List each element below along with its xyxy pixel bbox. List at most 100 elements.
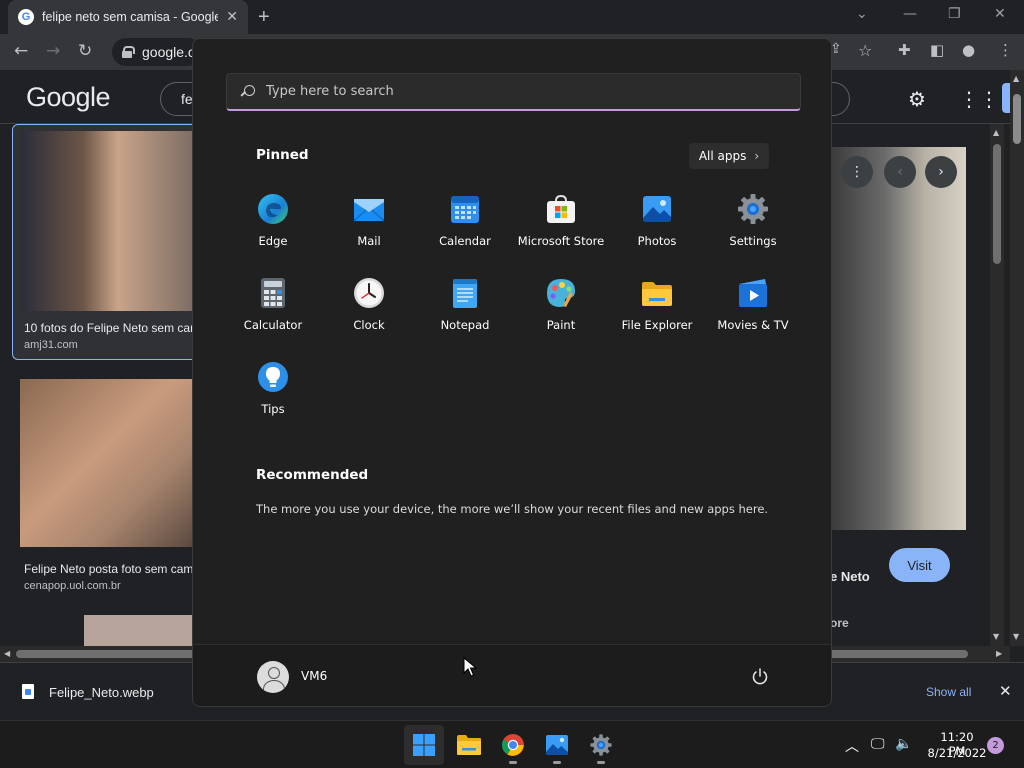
- show-all-link[interactable]: Show all: [926, 685, 971, 699]
- taskbar-date[interactable]: 8/21/2022: [924, 746, 990, 760]
- browser-tab[interactable]: G felipe neto sem camisa - Google Search…: [8, 0, 248, 34]
- lock-icon[interactable]: [122, 46, 135, 58]
- preview-more-options-icon[interactable]: ⋮: [841, 156, 873, 188]
- profile-icon[interactable]: ●: [962, 41, 975, 59]
- results-scrollbar-thumb[interactable]: [993, 144, 1001, 264]
- running-indicator: [509, 761, 517, 764]
- preview-prev-icon[interactable]: ‹: [884, 156, 916, 188]
- chrome-icon: [502, 734, 524, 756]
- tab-search-chevron-icon[interactable]: ⌄: [856, 6, 868, 22]
- app-label: Photos: [637, 234, 677, 248]
- extensions-puzzle-icon[interactable]: ✚: [898, 41, 911, 59]
- taskbar-settings[interactable]: [581, 725, 621, 765]
- start-search-box[interactable]: [226, 73, 801, 111]
- download-item[interactable]: Felipe_Neto.webp: [49, 685, 154, 700]
- scroll-up-arrow-icon[interactable]: ▲: [993, 128, 999, 137]
- app-label: Microsoft Store: [517, 234, 605, 248]
- result-thumbnail[interactable]: [84, 615, 192, 646]
- result-title[interactable]: 10 fotos do Felipe Neto sem camisa: [24, 321, 215, 335]
- google-favicon-icon: G: [18, 9, 34, 25]
- taskbar: ︿ 🖵 🔈 11:20 PM 8/21/2022 2: [0, 720, 1024, 768]
- forward-icon[interactable]: →: [46, 41, 60, 61]
- taskbar-photos[interactable]: [537, 725, 577, 765]
- pinned-app-notepad[interactable]: Notepad: [417, 270, 513, 346]
- user-avatar-icon[interactable]: [257, 661, 289, 693]
- reload-icon[interactable]: ↻: [78, 41, 92, 61]
- page-scrollbar-thumb[interactable]: [1013, 94, 1021, 144]
- movies-tv-icon: [739, 279, 767, 307]
- user-name[interactable]: VM6: [301, 669, 327, 683]
- minimize-icon[interactable]: —: [903, 6, 917, 22]
- pinned-app-settings[interactable]: Settings: [705, 186, 801, 262]
- pinned-app-edge[interactable]: Edge: [225, 186, 321, 262]
- visit-button[interactable]: Visit: [889, 548, 950, 582]
- address-bar[interactable]: google.c: [112, 38, 202, 66]
- results-scrollbar[interactable]: ▲ ▼: [990, 124, 1004, 646]
- result-site: amj31.com: [24, 339, 78, 351]
- scroll-down-arrow-icon[interactable]: ▼: [993, 632, 999, 641]
- pinned-app-clock[interactable]: Clock: [321, 270, 417, 346]
- google-apps-grid-icon[interactable]: ⋮⋮: [959, 87, 999, 111]
- windows-logo-icon: [413, 734, 435, 756]
- image-result-card[interactable]: 10 fotos do Felipe Neto sem camisa amj31…: [12, 124, 215, 360]
- volume-icon[interactable]: 🔈: [895, 736, 912, 752]
- app-label: Movies & TV: [717, 318, 789, 332]
- taskbar-file-explorer[interactable]: [449, 725, 489, 765]
- network-icon[interactable]: 🖵: [871, 736, 885, 752]
- image-file-icon: [22, 684, 34, 699]
- restore-icon[interactable]: ❐: [948, 6, 961, 22]
- pinned-app-calendar[interactable]: Calendar: [417, 186, 513, 262]
- google-settings-gear-icon[interactable]: ⚙: [908, 87, 926, 111]
- scroll-right-arrow-icon[interactable]: ▶: [996, 649, 1002, 658]
- scroll-left-arrow-icon[interactable]: ◀: [4, 649, 10, 658]
- pinned-app-paint[interactable]: Paint: [513, 270, 609, 346]
- settings-icon: [738, 194, 768, 224]
- pinned-app-movies-tv[interactable]: Movies & TV: [705, 270, 801, 346]
- all-apps-button[interactable]: All apps ›: [689, 143, 769, 169]
- notification-badge[interactable]: 2: [987, 737, 1004, 754]
- result-thumbnail[interactable]: [21, 131, 197, 311]
- running-indicator: [597, 761, 605, 764]
- google-logo[interactable]: Google: [26, 82, 111, 113]
- preview-more-fragment[interactable]: ore: [830, 616, 849, 630]
- side-panel-icon[interactable]: ◧: [930, 41, 944, 59]
- back-icon[interactable]: ←: [14, 41, 28, 61]
- pinned-app-microsoft-store[interactable]: Microsoft Store: [513, 186, 609, 262]
- start-button[interactable]: [404, 725, 444, 765]
- pinned-app-photos[interactable]: Photos: [609, 186, 705, 262]
- pinned-app-mail[interactable]: Mail: [321, 186, 417, 262]
- result-thumbnail[interactable]: [20, 379, 192, 547]
- mouse-cursor-icon: [463, 657, 477, 677]
- tab-close-icon[interactable]: ✕: [226, 9, 238, 25]
- page-scroll-down-arrow-icon[interactable]: ▼: [1013, 632, 1019, 641]
- pinned-app-tips[interactable]: Tips: [225, 354, 321, 430]
- chrome-menu-icon[interactable]: ⋮: [998, 41, 1013, 59]
- calendar-icon: [451, 196, 479, 223]
- preview-image[interactable]: [830, 147, 966, 530]
- tray-overflow-chevron-icon[interactable]: ︿: [845, 736, 859, 756]
- start-menu: Pinned All apps › Edge Mail: [192, 38, 832, 707]
- mail-icon: [353, 199, 385, 222]
- bookmark-star-icon[interactable]: ☆: [858, 41, 872, 60]
- close-window-icon[interactable]: ✕: [994, 6, 1006, 22]
- pinned-app-file-explorer[interactable]: File Explorer: [609, 270, 705, 346]
- page-scroll-up-arrow-icon[interactable]: ▲: [1013, 74, 1019, 83]
- pinned-app-calculator[interactable]: Calculator: [225, 270, 321, 346]
- clock-icon: [354, 278, 384, 308]
- running-indicator: [553, 761, 561, 764]
- photos-icon: [643, 196, 671, 222]
- sign-in-button-edge[interactable]: [1002, 83, 1010, 113]
- new-tab-button[interactable]: +: [258, 6, 270, 29]
- taskbar-chrome[interactable]: [493, 725, 533, 765]
- preview-title-fragment: e Neto: [830, 569, 870, 584]
- close-download-bar-icon[interactable]: ✕: [999, 682, 1012, 700]
- settings-gear-icon: [590, 734, 612, 756]
- preview-next-icon[interactable]: ›: [925, 156, 957, 188]
- page-scrollbar[interactable]: ▲ ▼: [1010, 70, 1024, 646]
- power-icon[interactable]: [751, 667, 769, 685]
- start-search-input[interactable]: [266, 84, 766, 99]
- result-title[interactable]: Felipe Neto posta foto sem camisa: [24, 562, 209, 576]
- search-icon: [241, 84, 255, 99]
- edge-icon: [258, 194, 288, 224]
- pinned-heading: Pinned: [256, 147, 309, 163]
